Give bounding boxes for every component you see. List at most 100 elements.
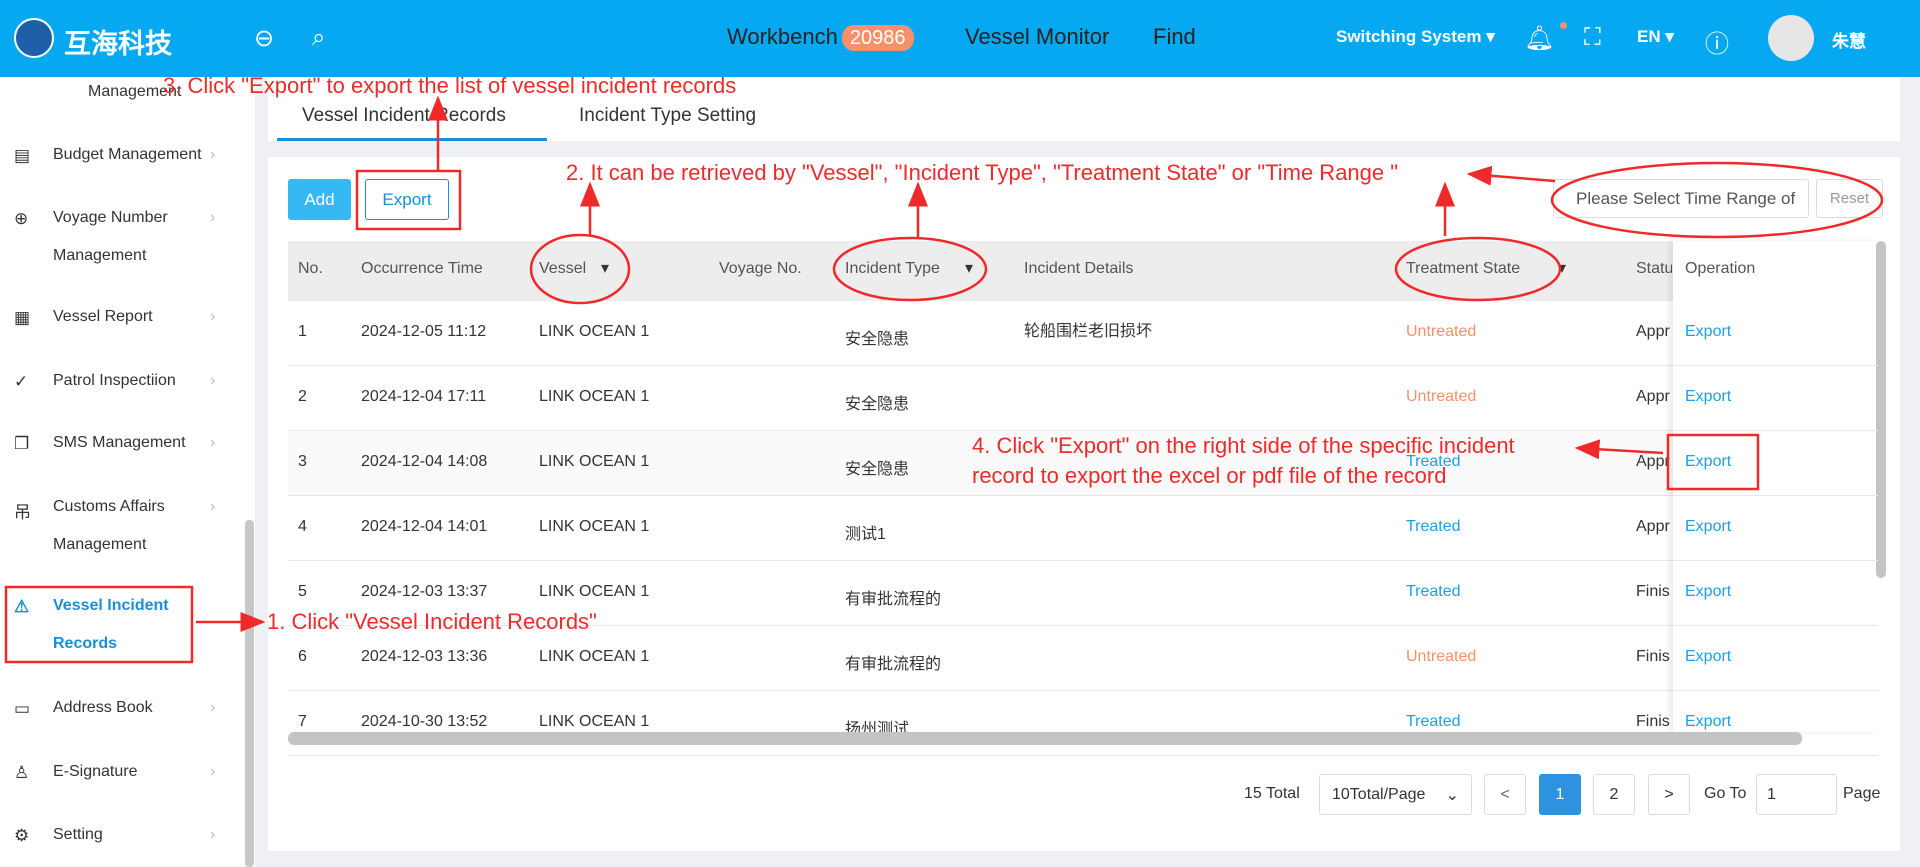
- page-size-select[interactable]: 10Total/Page ⌄: [1319, 774, 1472, 815]
- sidebar-item-label: Vessel Report: [53, 308, 153, 325]
- check-circle-icon: ✓: [14, 372, 29, 391]
- sidebar-item-label: Management: [53, 247, 147, 264]
- brand-name: 互海科技: [64, 29, 172, 59]
- vessel: LINK OCEAN 1: [539, 518, 650, 535]
- caret-down-icon[interactable]: ▾: [601, 258, 609, 278]
- occurrence-time: 2024-12-04 17:11: [361, 388, 487, 405]
- language-dropdown[interactable]: EN ▾: [1637, 27, 1674, 47]
- chevron-right-icon: ›: [210, 372, 216, 389]
- back-icon[interactable]: ⊖: [254, 24, 274, 53]
- export-link[interactable]: Export: [1685, 713, 1731, 731]
- address-book-icon: ▭: [14, 699, 31, 718]
- incident-type: 有审批流程的: [845, 656, 942, 673]
- avatar[interactable]: [1768, 15, 1814, 61]
- export-link[interactable]: Export: [1685, 648, 1731, 666]
- export-link[interactable]: Export: [1685, 583, 1731, 601]
- nav-vessel-monitor[interactable]: Vessel Monitor: [965, 24, 1109, 50]
- annotation-step-4-line1: 4. Click "Export" on the right side of t…: [972, 433, 1515, 458]
- annotation-step-3: 3. Click "Export" to export the list of …: [163, 73, 737, 98]
- caret-down-icon[interactable]: ▾: [1558, 258, 1566, 278]
- vessel: LINK OCEAN 1: [539, 323, 650, 340]
- page-2-button[interactable]: 2: [1593, 774, 1635, 815]
- bell-icon[interactable]: 🔔︎: [1524, 24, 1554, 53]
- divider: [1673, 560, 1878, 561]
- sidebar-item-label: Management: [53, 536, 147, 553]
- time-range-input[interactable]: Please Select Time Range of: [1553, 179, 1809, 218]
- customs-icon: 吊: [14, 503, 31, 522]
- top-header: 互海科技 ⊖ ⌕ Workbench 20986 Vessel Monitor F…: [0, 0, 1920, 77]
- annotation-step-1: 1. Click "Vessel Incident Records": [267, 609, 597, 634]
- export-link[interactable]: Export: [1685, 453, 1731, 471]
- column-header[interactable]: Vessel: [539, 260, 586, 278]
- table-horizontal-scrollbar[interactable]: [288, 732, 1802, 745]
- sidebar-item-label: Address Book: [53, 699, 153, 716]
- prev-page-button[interactable]: <: [1484, 774, 1526, 815]
- divider: [1673, 365, 1878, 366]
- treatment-state: Treated: [1406, 583, 1461, 600]
- row-no: 1: [298, 323, 307, 340]
- occurrence-time: 2024-10-30 13:52: [361, 713, 488, 730]
- status: Finis: [1636, 648, 1670, 665]
- caret-down-icon[interactable]: ▾: [965, 258, 973, 278]
- page-1-button[interactable]: 1: [1539, 774, 1581, 815]
- calculator-icon: ▤: [14, 146, 31, 165]
- occurrence-time: 2024-12-03 13:37: [361, 583, 488, 600]
- next-page-button[interactable]: >: [1648, 774, 1690, 815]
- total-count: 15 Total: [1244, 785, 1300, 802]
- incident-type: 测试1: [845, 526, 886, 543]
- status: Finis: [1636, 583, 1670, 600]
- chevron-right-icon: ›: [210, 826, 216, 843]
- status: Finis: [1636, 713, 1670, 730]
- sidebar-scrollbar[interactable]: [245, 520, 254, 867]
- page-label: Page: [1843, 785, 1881, 802]
- export-link[interactable]: Export: [1685, 518, 1731, 536]
- fullscreen-icon[interactable]: ⛶: [1584, 24, 1601, 52]
- treatment-state: Treated: [1406, 713, 1461, 730]
- chevron-right-icon: ›: [210, 498, 216, 515]
- notification-dot: [1560, 22, 1567, 29]
- goto-page-input[interactable]: 1: [1756, 774, 1837, 815]
- treatment-state: Untreated: [1406, 648, 1477, 665]
- chevron-right-icon: ›: [210, 146, 216, 163]
- row-no: 4: [298, 518, 307, 535]
- nav-find[interactable]: Find: [1153, 24, 1196, 50]
- chevron-right-icon: ›: [210, 763, 216, 780]
- vessel: LINK OCEAN 1: [539, 388, 650, 405]
- globe-icon: ⊕: [14, 209, 29, 228]
- add-button[interactable]: Add: [288, 179, 351, 220]
- stamp-icon: ♙: [14, 763, 30, 782]
- annotation-step-2: 2. It can be retrieved by "Vessel", "Inc…: [566, 160, 1399, 185]
- occurrence-time: 2024-12-04 14:01: [361, 518, 488, 535]
- incident-type: 安全隐患: [845, 461, 910, 478]
- divider: [1673, 495, 1878, 496]
- export-link[interactable]: Export: [1685, 388, 1731, 406]
- occurrence-time: 2024-12-05 11:12: [361, 323, 487, 340]
- tab-incident-type-setting[interactable]: Incident Type Setting: [579, 105, 756, 127]
- sidebar-item-label: Patrol Inspectiion: [53, 372, 176, 389]
- gear-icon: ⚙: [14, 826, 30, 845]
- chevron-down-icon: ⌄: [1445, 786, 1459, 804]
- divider: [1673, 430, 1878, 431]
- status: Appr: [1636, 388, 1670, 405]
- divider: [1673, 690, 1878, 691]
- help-icon[interactable]: ⓘ: [1705, 24, 1729, 59]
- reset-button[interactable]: Reset: [1816, 179, 1883, 218]
- column-header[interactable]: Incident Type: [845, 260, 940, 278]
- tab-vessel-incident-records[interactable]: Vessel Incident Records: [302, 105, 506, 127]
- status: Appr: [1636, 453, 1670, 470]
- document-icon: ❐: [14, 434, 30, 453]
- row-no: 7: [298, 713, 307, 730]
- search-icon[interactable]: ⌕: [312, 24, 325, 52]
- user-name[interactable]: 朱慧: [1832, 27, 1866, 52]
- chevron-right-icon: ›: [210, 308, 216, 325]
- column-header[interactable]: Treatment State: [1406, 260, 1520, 278]
- incident-type: 安全隐患: [845, 396, 910, 413]
- switching-system-dropdown[interactable]: Switching System ▾: [1336, 27, 1495, 47]
- nav-workbench[interactable]: Workbench 20986: [727, 24, 914, 51]
- column-header: Occurrence Time: [361, 260, 483, 277]
- export-button[interactable]: Export: [365, 179, 449, 220]
- export-link[interactable]: Export: [1685, 323, 1731, 341]
- sidebar-item-label: Budget Management: [53, 146, 202, 163]
- vessel: LINK OCEAN 1: [539, 648, 650, 665]
- table-vertical-scrollbar[interactable]: [1876, 241, 1886, 578]
